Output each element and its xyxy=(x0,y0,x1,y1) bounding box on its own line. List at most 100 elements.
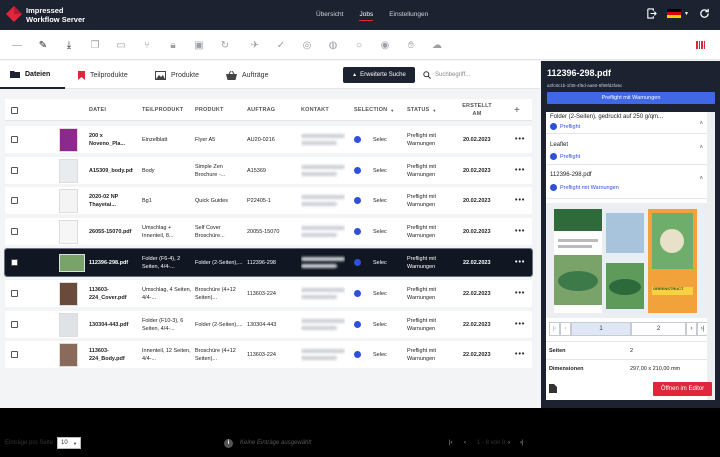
refresh-icon[interactable] xyxy=(699,8,710,19)
checkbox[interactable] xyxy=(11,321,18,328)
file-name[interactable]: 113603-224_Body.pdf xyxy=(89,341,133,368)
file-name[interactable]: 2020-02 NP Thayetai... xyxy=(89,187,133,214)
group-folder[interactable]: Folder (2-Seiten), gedruckt auf 250 g/qm… xyxy=(546,112,707,134)
lock-icon[interactable]: 🔒︎ xyxy=(166,38,180,52)
file-name[interactable]: 112396-298.pdf xyxy=(89,249,133,276)
first-page-icon[interactable]: |‹ xyxy=(549,322,560,336)
nav-overview[interactable]: Übersicht xyxy=(316,11,343,21)
add-column-icon[interactable]: + xyxy=(514,99,520,121)
table-row[interactable]: A15309_body.pdf Body Simple Zen Brochure -… xyxy=(5,157,532,184)
col-contact[interactable]: KONTAKT xyxy=(301,99,329,121)
checkbox[interactable] xyxy=(11,136,18,143)
group-file[interactable]: 112396-298.pdf Preflight mit Warnungen ˄ xyxy=(546,166,707,199)
table-row[interactable]: 200 x Noveno_Pla... Einzelblatt Flyer A5 AU… xyxy=(5,126,532,153)
more-actions-icon[interactable]: ••• xyxy=(515,249,525,276)
row-checkbox[interactable] xyxy=(11,126,18,153)
file-name[interactable]: 200 x Noveno_Pla... xyxy=(89,126,133,153)
col-file[interactable]: DATEI xyxy=(89,99,106,121)
row-checkbox[interactable] xyxy=(11,249,18,276)
checkbox[interactable] xyxy=(11,197,18,204)
merge-icon[interactable]: ⑂ xyxy=(140,38,154,52)
copy-icon[interactable]: ❐ xyxy=(88,38,102,52)
more-actions-icon[interactable]: ••• xyxy=(515,157,525,184)
logout-icon[interactable] xyxy=(646,8,657,19)
chevron-up-icon[interactable]: ˄ xyxy=(699,121,703,127)
table-row[interactable]: 2020-02 NP Thayetai... Bg1 Quick Guides P22… xyxy=(5,187,532,214)
first-page-icon[interactable]: |‹ xyxy=(449,440,453,446)
next-page-icon[interactable]: › xyxy=(686,322,697,336)
tab-products[interactable]: Produkte xyxy=(155,61,199,89)
more-actions-icon[interactable]: ••• xyxy=(515,311,525,338)
clipboard-icon[interactable]: ▣ xyxy=(192,38,206,52)
per-page-select[interactable]: 10 ▼ xyxy=(57,437,81,449)
file-name[interactable]: A15309_body.pdf xyxy=(89,157,133,184)
checkbox[interactable] xyxy=(11,167,18,174)
prev-page-icon[interactable]: ‹ xyxy=(464,440,466,446)
document-icon[interactable] xyxy=(549,384,557,393)
drop-icon[interactable]: ◉ xyxy=(378,38,392,52)
checkbox[interactable] xyxy=(11,228,18,235)
edit-icon[interactable]: ✎ xyxy=(36,38,50,52)
circle-icon[interactable]: ○ xyxy=(352,38,366,52)
col-product[interactable]: PRODUKT xyxy=(195,99,224,121)
chevron-up-icon[interactable]: ˄ xyxy=(699,176,703,182)
checkbox[interactable] xyxy=(11,290,18,297)
search-box[interactable]: Suchbegriff... xyxy=(423,67,535,83)
col-selection[interactable]: SELECTION ▼ xyxy=(354,99,394,121)
table-row[interactable]: 26055-15070.pdf Umschlag + Innenteil, 8..… xyxy=(5,218,532,245)
page-1-button[interactable]: 1 xyxy=(571,322,631,336)
tab-orders[interactable]: Aufträge xyxy=(226,61,268,89)
tab-files[interactable]: Dateien xyxy=(0,61,65,89)
german-flag-icon[interactable] xyxy=(667,9,682,18)
tab-subproducts[interactable]: Teilprodukte xyxy=(78,61,128,89)
group-leaflet[interactable]: Leaflet Preflight ˄ xyxy=(546,135,707,165)
table-row[interactable]: 112396-298.pdf Folder (F6-4), 2 Seiten, 4… xyxy=(4,248,533,277)
select-all-checkbox[interactable] xyxy=(11,99,18,121)
row-checkbox[interactable] xyxy=(11,157,18,184)
archive-icon[interactable]: ▭ xyxy=(114,38,128,52)
globe-icon[interactable]: ◍ xyxy=(326,38,340,52)
detail-scrollbar[interactable] xyxy=(707,112,715,400)
chevron-up-icon[interactable]: ˄ xyxy=(699,145,703,151)
hand-icon[interactable]: ✋︎ xyxy=(404,38,418,52)
nav-jobs[interactable]: Jobs xyxy=(359,11,374,21)
file-name[interactable]: 26055-15070.pdf xyxy=(89,218,133,245)
check-icon[interactable]: ✓ xyxy=(274,38,288,52)
checkbox[interactable] xyxy=(11,351,18,358)
open-editor-button[interactable]: Öffnen im Editor xyxy=(653,382,712,396)
more-actions-icon[interactable]: ••• xyxy=(515,341,525,368)
row-checkbox[interactable] xyxy=(11,280,18,307)
preflight-button[interactable]: Preflight mit Warnungen xyxy=(547,92,715,104)
col-status[interactable]: STATUS ▼ xyxy=(407,99,437,121)
row-checkbox[interactable] xyxy=(11,311,18,338)
cloud-icon[interactable]: ☁ xyxy=(430,38,444,52)
checkbox[interactable] xyxy=(11,259,18,266)
rotate-icon[interactable]: ↻ xyxy=(218,38,232,52)
advanced-search-button[interactable]: ▲ Erweiterte Suche xyxy=(343,67,415,83)
page-2-button[interactable]: 2 xyxy=(631,322,686,336)
more-actions-icon[interactable]: ••• xyxy=(515,126,525,153)
col-order[interactable]: AUFTRAG xyxy=(247,99,275,121)
barcode-icon[interactable] xyxy=(696,41,705,49)
row-checkbox[interactable] xyxy=(11,187,18,214)
row-checkbox[interactable] xyxy=(11,341,18,368)
table-row[interactable]: 113603-224_Cover.pdf Umschlag, 4 Seiten, … xyxy=(5,280,532,307)
last-page-icon[interactable]: ›| xyxy=(520,440,524,446)
prev-page-icon[interactable]: ‹ xyxy=(560,322,571,336)
dropdown-caret-icon[interactable]: ▼ xyxy=(684,11,689,17)
next-page-icon[interactable]: › xyxy=(508,440,510,446)
table-row[interactable]: 130304-443.pdf Folder (F10-3), 6 Seiten, … xyxy=(5,311,532,338)
file-name[interactable]: 113603-224_Cover.pdf xyxy=(89,280,133,307)
nav-settings[interactable]: Einstellungen xyxy=(389,11,428,21)
more-actions-icon[interactable]: ••• xyxy=(515,187,525,214)
minus-icon[interactable]: — xyxy=(10,38,24,52)
download-icon[interactable]: ⤓ xyxy=(62,38,76,52)
more-actions-icon[interactable]: ••• xyxy=(515,280,525,307)
table-row[interactable]: 113603-224_Body.pdf Innenteil, 12 Seiten,… xyxy=(5,341,532,368)
more-actions-icon[interactable]: ••• xyxy=(515,218,525,245)
col-created[interactable]: ERSTELLT AM xyxy=(457,99,497,121)
file-name[interactable]: 130304-443.pdf xyxy=(89,311,133,338)
col-part[interactable]: TEILPRODUKT xyxy=(142,99,183,121)
row-checkbox[interactable] xyxy=(11,218,18,245)
target-icon[interactable]: ◎ xyxy=(300,38,314,52)
